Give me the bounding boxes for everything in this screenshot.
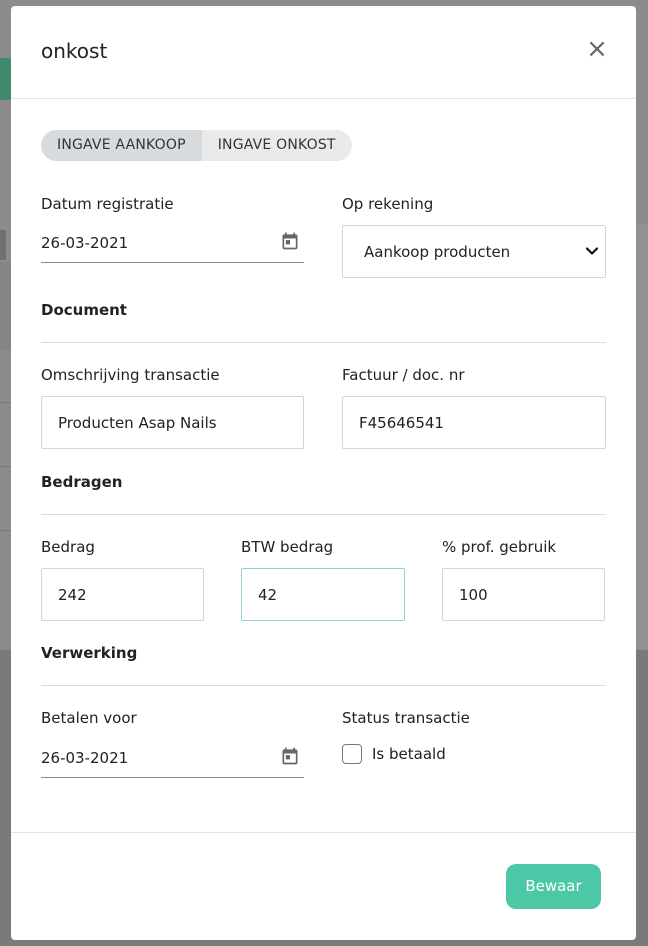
- bedrag-input[interactable]: 242: [41, 568, 204, 621]
- is-betaald-label[interactable]: Is betaald: [372, 745, 446, 763]
- omschrijving-input[interactable]: Producten Asap Nails: [41, 396, 304, 449]
- factuur-value: F45646541: [359, 414, 444, 432]
- btw-bedrag-input[interactable]: 42: [241, 568, 405, 621]
- tab-ingave-onkost[interactable]: INGAVE ONKOST: [202, 130, 352, 161]
- betalen-voor-value: 26-03-2021: [41, 749, 129, 767]
- section-divider: [41, 342, 606, 343]
- is-betaald-checkbox[interactable]: [342, 744, 362, 764]
- datum-registratie-label: Datum registratie: [41, 195, 174, 213]
- status-transactie-label: Status transactie: [342, 709, 470, 727]
- modal-title: onkost: [41, 39, 108, 63]
- calendar-icon[interactable]: [280, 231, 300, 251]
- btw-bedrag-value: 42: [258, 586, 278, 604]
- datum-registratie-input[interactable]: 26-03-2021: [41, 225, 304, 263]
- tab-ingave-aankoop[interactable]: INGAVE AANKOOP: [41, 130, 202, 161]
- datum-registratie-value: 26-03-2021: [41, 234, 129, 252]
- betalen-voor-input[interactable]: 26-03-2021: [41, 740, 304, 778]
- section-document-heading: Document: [41, 301, 127, 319]
- op-rekening-select[interactable]: Aankoop producten: [342, 225, 606, 278]
- betalen-voor-label: Betalen voor: [41, 709, 137, 727]
- save-button[interactable]: Bewaar: [506, 864, 601, 909]
- modal-header: onkost ×: [11, 6, 636, 99]
- close-icon[interactable]: ×: [585, 36, 609, 62]
- prof-gebruik-value: 100: [459, 586, 488, 604]
- factuur-label: Factuur / doc. nr: [342, 366, 465, 384]
- op-rekening-value: Aankoop producten: [364, 243, 511, 261]
- calendar-icon[interactable]: [280, 746, 300, 766]
- op-rekening-label: Op rekening: [342, 195, 434, 213]
- bedrag-label: Bedrag: [41, 538, 95, 556]
- bedrag-value: 242: [58, 586, 87, 604]
- prof-gebruik-input[interactable]: 100: [442, 568, 605, 621]
- factuur-input[interactable]: F45646541: [342, 396, 606, 449]
- btw-bedrag-label: BTW bedrag: [241, 538, 334, 556]
- section-verwerking-heading: Verwerking: [41, 644, 138, 662]
- onkost-modal: onkost × INGAVE AANKOOP INGAVE ONKOST Da…: [11, 6, 636, 940]
- section-divider: [41, 685, 606, 686]
- chevron-down-icon: [585, 247, 599, 255]
- footer-divider: [11, 832, 636, 833]
- section-divider: [41, 514, 606, 515]
- omschrijving-label: Omschrijving transactie: [41, 366, 220, 384]
- section-bedragen-heading: Bedragen: [41, 473, 123, 491]
- prof-gebruik-label: % prof. gebruik: [442, 538, 557, 556]
- omschrijving-value: Producten Asap Nails: [58, 414, 217, 432]
- entry-type-tabs: INGAVE AANKOOP INGAVE ONKOST: [41, 130, 352, 161]
